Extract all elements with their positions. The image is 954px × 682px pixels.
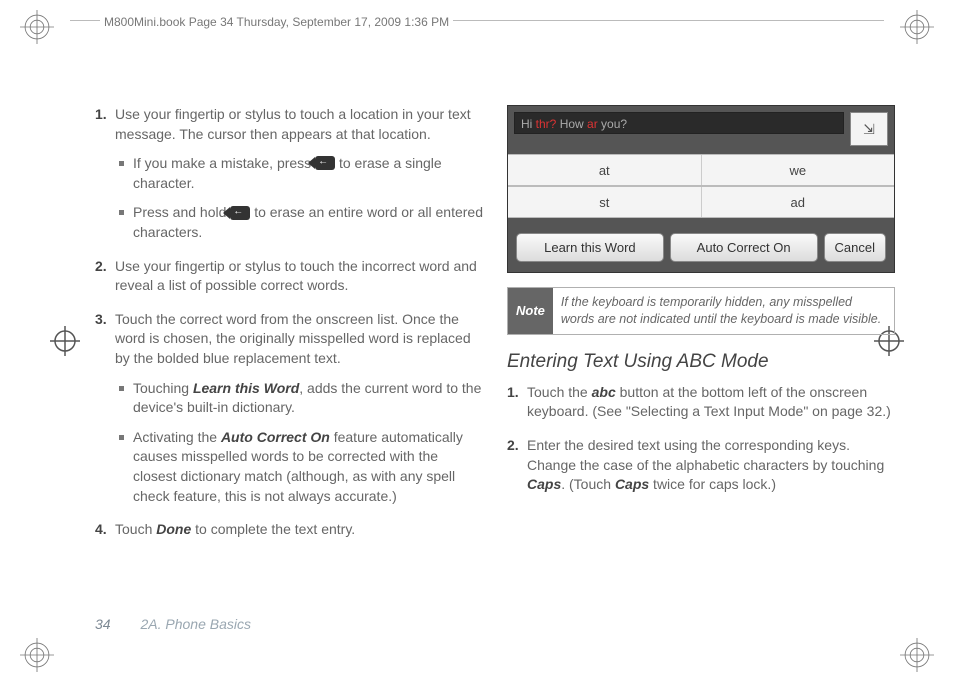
- step-text: Touch Done to complete the text entry.: [115, 520, 483, 540]
- note-box: Note If the keyboard is temporarily hidd…: [507, 287, 895, 335]
- text-frag: twice for caps lock.): [649, 476, 776, 492]
- step-text: Touch the abc button at the bottom left …: [527, 383, 895, 422]
- bold-term: Auto Correct On: [221, 429, 330, 445]
- misspelled-word: thr?: [536, 117, 557, 131]
- step-number: 3.: [95, 310, 107, 330]
- text-frag: to complete the text entry.: [191, 521, 355, 537]
- text-frag: Enter the desired text using the corresp…: [527, 437, 884, 473]
- backspace-key-icon: [315, 156, 335, 170]
- suggestion-row: st ad: [508, 186, 894, 218]
- right-step-list: 1. Touch the abc button at the bottom le…: [507, 383, 895, 495]
- step-text: Use your fingertip or stylus to touch a …: [115, 105, 483, 144]
- hide-keyboard-icon: ⇲: [850, 112, 888, 146]
- note-text: If the keyboard is temporarily hidden, a…: [553, 288, 894, 334]
- text-frag: Press and hold: [133, 204, 230, 220]
- cancel-button: Cancel: [824, 233, 886, 262]
- left-step-list: 1. Use your fingertip or stylus to touch…: [95, 105, 483, 540]
- note-label: Note: [508, 288, 553, 334]
- page-body: 1. Use your fingertip or stylus to touch…: [95, 105, 895, 625]
- left-step-2: 2. Use your fingertip or stylus to touch…: [95, 257, 483, 296]
- screenshot-text-field: Hi thr? How ar you?: [514, 112, 844, 134]
- screenshot-button-bar: Learn this Word Auto Correct On Cancel: [508, 228, 894, 266]
- bold-term: Caps: [615, 476, 649, 492]
- suggestion-cell: st: [508, 187, 702, 217]
- left-step-1-sublist: If you make a mistake, press to erase a …: [115, 154, 483, 242]
- bold-term: Caps: [527, 476, 561, 492]
- suggestion-cell: ad: [702, 187, 895, 217]
- auto-correct-on-button: Auto Correct On: [670, 233, 818, 262]
- backspace-key-icon: [230, 206, 250, 220]
- left-step-1: 1. Use your fingertip or stylus to touch…: [95, 105, 483, 243]
- left-step-3-sublist: Touching Learn this Word, adds the curre…: [115, 379, 483, 507]
- suggestion-cell: at: [508, 155, 702, 185]
- left-step-1-sub-1: If you make a mistake, press to erase a …: [115, 154, 483, 193]
- left-step-3: 3. Touch the correct word from the onscr…: [95, 310, 483, 506]
- left-step-3-sub-2: Activating the Auto Correct On feature a…: [115, 428, 483, 506]
- step-text: Use your fingertip or stylus to touch th…: [115, 257, 483, 296]
- text-frag: Touching: [133, 380, 193, 396]
- right-step-1: 1. Touch the abc button at the bottom le…: [507, 383, 895, 422]
- text-frag: How: [556, 117, 587, 131]
- page-number: 34: [95, 616, 111, 632]
- text-frag: Touch: [115, 521, 156, 537]
- step-number: 4.: [95, 520, 107, 540]
- step-number: 1.: [95, 105, 107, 125]
- learn-this-word-button: Learn this Word: [516, 233, 664, 262]
- bold-term: Done: [156, 521, 191, 537]
- misspelled-word: ar: [587, 117, 598, 131]
- center-target-icon: [50, 326, 80, 356]
- text-frag: Hi: [521, 117, 536, 131]
- step-text: Touch the correct word from the onscreen…: [115, 310, 483, 369]
- step-number: 2.: [507, 436, 519, 456]
- suggestion-cell: we: [702, 155, 895, 185]
- right-step-2: 2. Enter the desired text using the corr…: [507, 436, 895, 495]
- left-step-3-sub-1: Touching Learn this Word, adds the curre…: [115, 379, 483, 418]
- suggestion-row: at we: [508, 154, 894, 186]
- page-footer: 34 2A. Phone Basics: [95, 616, 251, 632]
- registration-mark-icon: [900, 638, 934, 672]
- registration-mark-icon: [20, 638, 54, 672]
- bold-term: abc: [592, 384, 616, 400]
- phone-screenshot: Hi thr? How ar you? ⇲ at we st ad Learn …: [507, 105, 895, 273]
- text-frag: If you make a mistake, press: [133, 155, 315, 171]
- registration-mark-icon: [900, 10, 934, 44]
- bold-term: Learn this Word: [193, 380, 299, 396]
- left-step-4: 4. Touch Done to complete the text entry…: [95, 520, 483, 540]
- registration-mark-icon: [20, 10, 54, 44]
- text-frag: you?: [598, 117, 627, 131]
- text-frag: Activating the: [133, 429, 221, 445]
- step-number: 2.: [95, 257, 107, 277]
- text-frag: . (Touch: [561, 476, 615, 492]
- left-step-1-sub-2: Press and hold to erase an entire word o…: [115, 203, 483, 242]
- book-meta-text: M800Mini.book Page 34 Thursday, Septembe…: [100, 15, 453, 29]
- header-rule: M800Mini.book Page 34 Thursday, Septembe…: [70, 20, 884, 44]
- text-frag: Touch the: [527, 384, 592, 400]
- step-text: Enter the desired text using the corresp…: [527, 436, 895, 495]
- section-title: 2A. Phone Basics: [140, 616, 251, 632]
- right-column: Hi thr? How ar you? ⇲ at we st ad Learn …: [507, 105, 895, 625]
- left-column: 1. Use your fingertip or stylus to touch…: [95, 105, 483, 625]
- section-heading: Entering Text Using ABC Mode: [507, 351, 895, 373]
- step-number: 1.: [507, 383, 519, 403]
